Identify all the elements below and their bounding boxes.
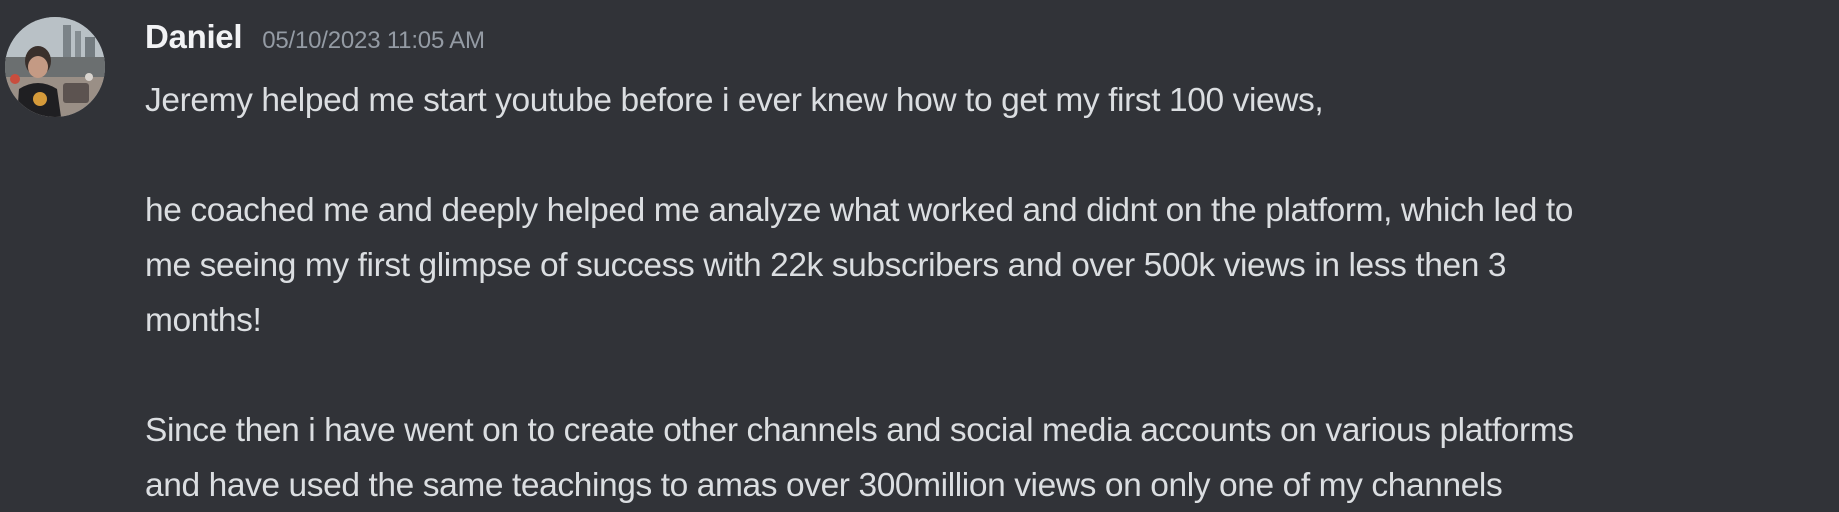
message-line: Jeremy helped me start youtube before i … [145,82,1324,119]
username[interactable]: Daniel [145,18,243,56]
message-line: me seeing my first glimpse of success wi… [145,247,1507,284]
avatar[interactable] [5,17,105,117]
message-line: months! [145,302,262,339]
message-line: Since then i have went on to create othe… [145,412,1574,449]
chat-message: Daniel 05/10/2023 11:05 AM Jeremy helped… [0,0,1839,512]
message-line: he coached me and deeply helped me analy… [145,192,1574,229]
message-content: Jeremy helped me start youtube before i … [145,73,1835,512]
user-avatar-photo-icon [5,17,105,117]
message-timestamp[interactable]: 05/10/2023 11:05 AM [262,27,485,55]
message-line: and have used the same teachings to amas… [145,467,1503,504]
message-header: Daniel 05/10/2023 11:05 AM [145,18,485,62]
